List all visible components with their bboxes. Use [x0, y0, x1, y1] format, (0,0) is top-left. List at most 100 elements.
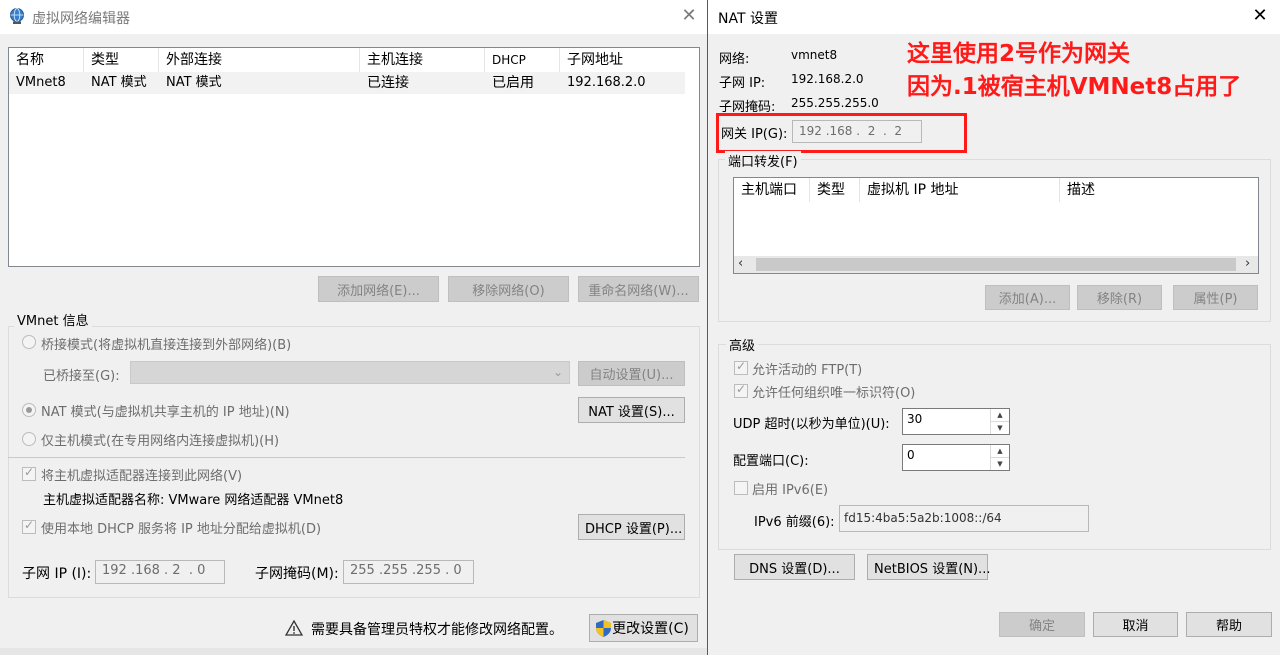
scrollbar-thumb[interactable]	[756, 258, 1236, 271]
ipv6-prefix-label: IPv6 前缀(6):	[754, 515, 835, 530]
column-header-name[interactable]: 名称	[9, 48, 84, 72]
host-only-label: 仅主机模式(在专用网络内连接虚拟机)(H)	[41, 434, 280, 449]
spin-down-icon[interactable]: ▼	[991, 422, 1009, 435]
title-bar: NAT 设置 ✕	[708, 0, 1280, 34]
cell-name: VMnet8	[16, 75, 66, 90]
connect-adapter-label: 将主机虚拟适配器连接到此网络(V)	[41, 469, 243, 484]
ipv6-prefix-field[interactable]: fd15:4ba5:5a2b:1008::/64	[839, 505, 1089, 532]
chevron-down-icon: ⌄	[552, 365, 563, 379]
nat-mode-radio[interactable]	[22, 403, 36, 417]
network-globe-icon	[10, 8, 24, 24]
warning-icon	[285, 620, 303, 636]
subnet-ip-value: 192.168.2.0	[791, 72, 864, 86]
allow-ftp-label: 允许活动的 FTP(T)	[752, 363, 863, 378]
virtual-network-editor-window: 虚拟网络编辑器 ✕ 名称 类型 外部连接 主机连接 DHCP 子网地址 VMne…	[0, 0, 707, 655]
column-header-dhcp[interactable]: DHCP	[485, 48, 560, 72]
spin-up-icon[interactable]: ▲	[991, 445, 1009, 458]
column-header-subnet[interactable]: 子网地址	[560, 48, 685, 72]
rename-network-button[interactable]: 重命名网络(W)...	[578, 276, 699, 302]
column-header-description[interactable]: 描述	[1060, 178, 1258, 202]
port-forwarding-title: 端口转发(F)	[725, 151, 801, 170]
subnet-mask-field[interactable]: 255 .255 .255 . 0	[343, 560, 474, 584]
allow-oui-label: 允许任何组织唯一标识符(O)	[752, 386, 916, 401]
column-header-type[interactable]: 类型	[84, 48, 159, 72]
netbios-settings-button[interactable]: NetBIOS 设置(N)...	[867, 554, 990, 580]
close-icon[interactable]: ✕	[679, 5, 699, 27]
nat-mode-label: NAT 模式(与虚拟机共享主机的 IP 地址)(N)	[41, 405, 290, 420]
cell-external: NAT 模式	[166, 75, 222, 90]
vmnet-info-title: VMnet 信息	[14, 310, 92, 329]
uac-shield-icon	[596, 620, 611, 637]
divider	[8, 457, 685, 458]
cell-subnet: 192.168.2.0	[567, 75, 646, 90]
port-properties-button[interactable]: 属性(P)	[1173, 285, 1258, 310]
change-settings-button[interactable]: 更改设置(C)	[589, 614, 698, 642]
table-header: 名称 类型 外部连接 主机连接 DHCP 子网地址	[9, 48, 685, 72]
use-dhcp-label: 使用本地 DHCP 服务将 IP 地址分配给虚拟机(D)	[41, 522, 322, 537]
dns-settings-button[interactable]: DNS 设置(D)...	[734, 554, 855, 580]
enable-ipv6-label: 启用 IPv6(E)	[752, 483, 829, 498]
use-dhcp-checkbox[interactable]	[22, 518, 36, 534]
bridge-mode-radio[interactable]	[22, 335, 36, 349]
column-header-external[interactable]: 外部连接	[159, 48, 360, 72]
network-label: 网络:	[719, 52, 750, 67]
bridged-to-select[interactable]: ⌄	[130, 361, 570, 384]
table-row[interactable]: VMnet8 NAT 模式 NAT 模式 已连接 已启用 192.168.2.0	[9, 72, 685, 94]
cell-type: NAT 模式	[91, 75, 147, 90]
config-port-value: 0	[907, 448, 915, 462]
column-header-type[interactable]: 类型	[810, 178, 860, 202]
ok-button[interactable]: 确定	[999, 612, 1085, 637]
udp-timeout-label: UDP 超时(以秒为单位)(U):	[733, 417, 890, 432]
dialog-title: NAT 设置	[718, 11, 778, 27]
config-port-stepper[interactable]: 0 ▲ ▼	[902, 444, 1010, 471]
nat-settings-button[interactable]: NAT 设置(S)...	[578, 397, 685, 423]
adapter-name-label: 主机虚拟适配器名称: VMware 网络适配器 VMnet8	[43, 493, 344, 508]
bottom-button-strip	[0, 648, 707, 655]
allow-ftp-checkbox[interactable]	[734, 359, 748, 375]
window-title: 虚拟网络编辑器	[32, 11, 130, 27]
spin-buttons: ▲ ▼	[990, 409, 1009, 434]
close-icon[interactable]: ✕	[1250, 5, 1270, 27]
bridge-mode-label: 桥接模式(将虚拟机直接连接到外部网络)(B)	[41, 338, 292, 353]
enable-ipv6-checkbox[interactable]	[734, 481, 748, 495]
connect-adapter-checkbox[interactable]	[22, 465, 36, 481]
subnet-mask-value: 255.255.255.0	[791, 96, 879, 110]
scroll-left-icon[interactable]: ‹	[738, 256, 743, 271]
annotation-line-1: 这里使用2号作为网关	[907, 41, 1131, 67]
column-header-host-port[interactable]: 主机端口	[734, 178, 810, 202]
column-header-host-connection[interactable]: 主机连接	[360, 48, 485, 72]
host-only-radio[interactable]	[22, 432, 36, 446]
spin-buttons: ▲ ▼	[990, 445, 1009, 470]
udp-timeout-value: 30	[907, 412, 923, 426]
auto-settings-button[interactable]: 自动设置(U)...	[578, 361, 685, 386]
subnet-ip-label: 子网 IP (I):	[22, 566, 92, 582]
cancel-button[interactable]: 取消	[1093, 612, 1178, 637]
add-port-button[interactable]: 添加(A)...	[985, 285, 1070, 310]
annotation-text: 这里使用2号作为网关 因为.1被宿主机VMNet8占用了	[907, 38, 1241, 104]
change-settings-label: 更改设置(C)	[612, 621, 689, 637]
cell-host-connection: 已连接	[367, 75, 409, 91]
annotation-line-2: 因为.1被宿主机VMNet8占用了	[907, 74, 1242, 100]
bridged-to-label: 已桥接至(G):	[43, 369, 120, 384]
gateway-highlight-box	[716, 113, 967, 153]
cell-dhcp: 已启用	[492, 75, 534, 91]
port-forwarding-list[interactable]: 主机端口 类型 虚拟机 IP 地址 描述 ‹ ›	[733, 177, 1259, 274]
udp-timeout-stepper[interactable]: 30 ▲ ▼	[902, 408, 1010, 435]
title-bar: 虚拟网络编辑器 ✕	[0, 0, 707, 34]
remove-port-button[interactable]: 移除(R)	[1077, 285, 1162, 310]
spin-up-icon[interactable]: ▲	[991, 409, 1009, 422]
column-header-vm-ip[interactable]: 虚拟机 IP 地址	[860, 178, 1060, 202]
network-table[interactable]: 名称 类型 外部连接 主机连接 DHCP 子网地址 VMnet8 NAT 模式 …	[8, 47, 700, 267]
horizontal-scrollbar[interactable]: ‹ ›	[734, 256, 1258, 273]
remove-network-button[interactable]: 移除网络(O)	[448, 276, 569, 302]
admin-notice: 需要具备管理员特权才能修改网络配置。	[311, 622, 563, 638]
subnet-ip-field[interactable]: 192 .168 . 2 . 0	[95, 560, 225, 584]
nat-settings-dialog: NAT 设置 ✕ 网络: vmnet8 子网 IP: 192.168.2.0 子…	[707, 0, 1280, 655]
spin-down-icon[interactable]: ▼	[991, 458, 1009, 471]
allow-oui-checkbox[interactable]	[734, 382, 748, 398]
help-button[interactable]: 帮助	[1186, 612, 1272, 637]
dhcp-settings-button[interactable]: DHCP 设置(P)...	[578, 514, 685, 540]
add-network-button[interactable]: 添加网络(E)...	[318, 276, 439, 302]
subnet-ip-label: 子网 IP:	[719, 76, 766, 91]
scroll-right-icon[interactable]: ›	[1245, 256, 1250, 271]
